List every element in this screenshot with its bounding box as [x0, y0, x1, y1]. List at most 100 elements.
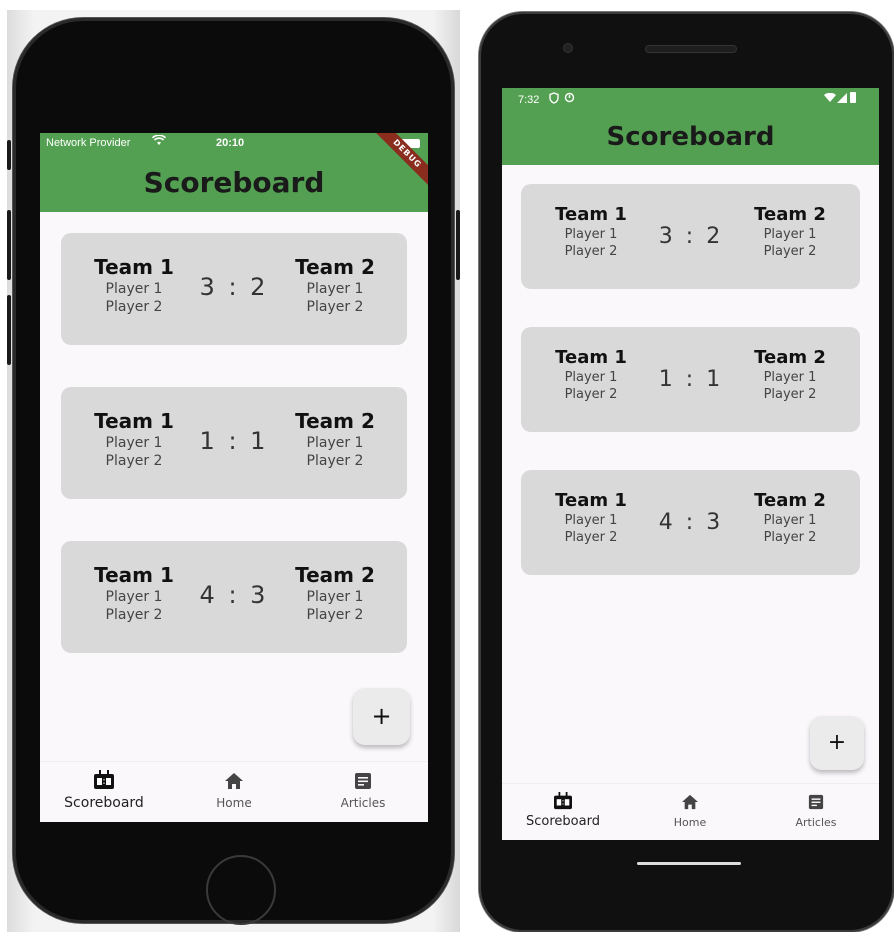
nav-item-articles[interactable]: Articles — [760, 794, 872, 829]
team-2-block: Team 2 Player 1 Player 2 — [280, 255, 390, 315]
wifi-icon — [151, 134, 167, 149]
player-name: Player 2 — [306, 299, 364, 315]
status-time: 7:32 — [518, 94, 540, 106]
team-2-block: Team 2 Player 1 Player 2 — [735, 204, 845, 259]
nav-item-scoreboard[interactable]: Scoreboard — [48, 770, 160, 811]
iphone-home-button[interactable] — [206, 855, 276, 925]
team-name: Team 2 — [295, 409, 375, 433]
player-name: Player 1 — [105, 435, 163, 451]
team-name: Team 2 — [295, 563, 375, 587]
player-name: Player 1 — [763, 370, 817, 385]
team-name: Team 1 — [555, 204, 627, 225]
match-score: 1 : 1 — [658, 367, 724, 392]
android-front-camera — [563, 43, 573, 53]
team-name: Team 1 — [94, 409, 174, 433]
home-icon — [682, 794, 698, 810]
player-name: Player 2 — [564, 530, 618, 545]
add-match-button[interactable]: + — [810, 716, 864, 770]
status-bar: 7:32 — [502, 88, 879, 108]
signal-icon — [837, 93, 847, 106]
player-name: Player 2 — [105, 453, 163, 469]
team-name: Team 2 — [754, 490, 826, 511]
match-score: 3 : 2 — [658, 224, 724, 249]
nav-label: Home — [216, 796, 252, 810]
iphone-mute-switch — [7, 140, 11, 170]
player-name: Player 2 — [105, 607, 163, 623]
match-card[interactable]: Team 1 Player 1 Player 2 3 : 2 Team 2 Pl… — [61, 233, 407, 345]
wifi-icon — [824, 92, 836, 106]
player-name: Player 1 — [306, 435, 364, 451]
nav-label: Home — [673, 816, 707, 829]
player-name: Player 1 — [763, 227, 817, 242]
player-name: Player 1 — [564, 227, 618, 242]
team-1-block: Team 1 Player 1 Player 2 — [536, 490, 646, 545]
player-name: Player 2 — [306, 607, 364, 623]
player-name: Player 1 — [306, 281, 364, 297]
match-card[interactable]: Team 1 Player 1 Player 2 3 : 2 Team 2 Pl… — [521, 184, 860, 289]
scoreboard-icon — [554, 792, 572, 810]
page-title: Scoreboard — [606, 122, 775, 152]
match-score: 4 : 3 — [199, 581, 269, 609]
match-score: 1 : 1 — [199, 427, 269, 455]
add-icon: + — [371, 702, 392, 730]
battery-icon — [850, 92, 856, 103]
add-match-button[interactable]: + — [353, 688, 410, 745]
player-name: Player 1 — [105, 589, 163, 605]
player-name: Player 1 — [763, 513, 817, 528]
team-1-block: Team 1 Player 1 Player 2 — [79, 255, 189, 315]
match-score: 4 : 3 — [658, 510, 724, 535]
carrier-label: Network Provider — [46, 137, 131, 149]
player-name: Player 2 — [564, 244, 618, 259]
nav-item-home[interactable]: Home — [634, 794, 746, 829]
match-card[interactable]: Team 1 Player 1 Player 2 1 : 1 Team 2 Pl… — [521, 327, 860, 432]
player-name: Player 1 — [564, 513, 618, 528]
team-1-block: Team 1 Player 1 Player 2 — [79, 409, 189, 469]
home-icon — [225, 773, 243, 789]
player-name: Player 2 — [763, 387, 817, 402]
iphone-power-button — [456, 210, 460, 280]
match-card[interactable]: Team 1 Player 1 Player 2 1 : 1 Team 2 Pl… — [61, 387, 407, 499]
status-time: 20:10 — [216, 137, 245, 149]
player-name: Player 2 — [105, 299, 163, 315]
sync-icon — [564, 92, 575, 106]
team-name: Team 1 — [555, 490, 627, 511]
player-name: Player 2 — [763, 244, 817, 259]
nav-label: Articles — [340, 796, 386, 810]
team-name: Team 1 — [555, 347, 627, 368]
article-icon — [808, 794, 824, 810]
bottom-navigation: Scoreboard Home Articles — [40, 761, 428, 822]
match-card[interactable]: Team 1 Player 1 Player 2 4 : 3 Team 2 Pl… — [61, 541, 407, 653]
player-name: Player 1 — [306, 589, 364, 605]
match-score: 3 : 2 — [199, 273, 269, 301]
team-2-block: Team 2 Player 1 Player 2 — [280, 409, 390, 469]
player-name: Player 2 — [763, 530, 817, 545]
app-bar: 7:32 Scoreboard — [502, 88, 879, 165]
team-2-block: Team 2 Player 1 Player 2 — [280, 563, 390, 623]
debug-banner-label: DEBUG — [370, 133, 428, 191]
team-2-block: Team 2 Player 1 Player 2 — [735, 490, 845, 545]
player-name: Player 2 — [564, 387, 618, 402]
team-name: Team 1 — [94, 563, 174, 587]
android-screen: 7:32 Scoreboard Team 1 Player 1 Player 2… — [502, 88, 879, 840]
app-bar: Network Provider 20:10 Scoreboard DEBUG — [40, 133, 428, 212]
nav-label: Scoreboard — [526, 814, 600, 829]
nav-item-articles[interactable]: Articles — [307, 772, 419, 810]
nav-label: Scoreboard — [64, 795, 144, 811]
shield-icon — [549, 92, 559, 107]
add-icon: + — [827, 730, 847, 755]
team-1-block: Team 1 Player 1 Player 2 — [536, 347, 646, 402]
player-name: Player 1 — [105, 281, 163, 297]
player-name: Player 1 — [564, 370, 618, 385]
team-2-block: Team 2 Player 1 Player 2 — [735, 347, 845, 402]
article-icon — [355, 773, 371, 789]
team-name: Team 2 — [754, 347, 826, 368]
android-speaker — [645, 45, 737, 53]
bottom-navigation: Scoreboard Home Articles — [502, 783, 879, 840]
scoreboard-icon — [94, 770, 114, 789]
nav-item-scoreboard[interactable]: Scoreboard — [507, 792, 619, 829]
match-card[interactable]: Team 1 Player 1 Player 2 4 : 3 Team 2 Pl… — [521, 470, 860, 575]
nav-label: Articles — [795, 816, 837, 829]
team-1-block: Team 1 Player 1 Player 2 — [79, 563, 189, 623]
android-gesture-bar[interactable] — [637, 862, 741, 865]
nav-item-home[interactable]: Home — [178, 772, 290, 810]
